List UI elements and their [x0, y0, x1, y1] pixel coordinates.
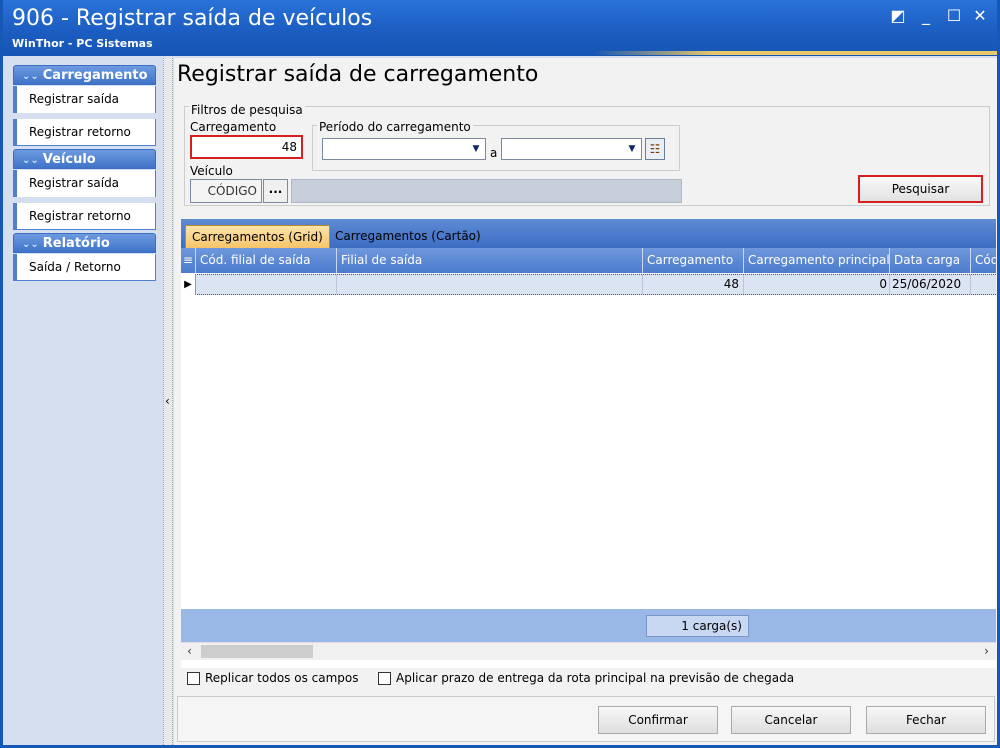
sidebar-item-label: Registrar retorno [29, 125, 131, 139]
window-subtitle: WinThor - PC Sistemas [12, 37, 153, 50]
chevron-down-icon[interactable]: ▼ [624, 140, 640, 158]
row-indicator-icon: ▶ [181, 274, 196, 295]
sidebar-header-label: Carregamento [42, 68, 148, 83]
sidebar-item-label: Registrar saída [29, 176, 120, 190]
cell-cod-filial [196, 275, 337, 294]
sidebar-header-label: Relatório [42, 236, 110, 251]
veiculo-code-input[interactable]: CÓDIGO [190, 179, 262, 203]
grid-footer: 1 carga(s) [181, 609, 996, 642]
data-grid: ≡ Cód. filial de saída Filial de saída C… [181, 248, 996, 668]
title-bar[interactable]: 906 - Registrar saída de veículos WinTho… [3, 0, 997, 56]
cell-filial [337, 275, 643, 294]
sidebar-header-relatorio[interactable]: ⌄⌄ Relatório [13, 233, 156, 253]
veiculo-label: Veículo [190, 164, 233, 178]
sidebar-header-label: Veículo [42, 152, 96, 167]
column-header-carregamento[interactable]: Carregamento [643, 248, 744, 273]
veiculo-lookup-button[interactable]: ... [263, 179, 288, 203]
main-panel: Registrar saída de carregamento Filtros … [174, 58, 997, 745]
cell-data-carga: 25/06/2020 [890, 275, 971, 294]
horizontal-scrollbar[interactable]: ‹ › [181, 642, 996, 660]
sidebar-header-carregamento[interactable]: ⌄⌄ Carregamento [13, 65, 156, 85]
collapse-left-icon[interactable]: ‹ [165, 394, 170, 408]
chevron-double-down-icon: ⌄⌄ [22, 239, 39, 250]
maximize-icon[interactable]: ☐ [942, 6, 966, 26]
chevron-down-icon[interactable]: ▼ [468, 140, 484, 158]
column-header-filial[interactable]: Filial de saída [337, 248, 643, 273]
close-button[interactable]: Fechar [866, 706, 986, 734]
sidebar-header-veiculo[interactable]: ⌄⌄ Veículo [13, 149, 156, 169]
cell-cod [971, 275, 996, 294]
table-row[interactable]: 48 0 25/06/2020 [181, 274, 996, 295]
record-count: 1 carga(s) [646, 615, 749, 637]
cancel-button[interactable]: Cancelar [731, 706, 851, 734]
title-accent-stripe [593, 51, 997, 55]
page-title: Registrar saída de carregamento [177, 62, 539, 87]
sidebar-item-label: Registrar saída [29, 92, 120, 106]
application-window: 906 - Registrar saída de veículos WinTho… [0, 0, 1000, 748]
column-header-cod[interactable]: Cód [971, 248, 996, 273]
column-header-data-carga[interactable]: Data carga [890, 248, 971, 273]
scroll-left-icon[interactable]: ‹ [181, 643, 198, 660]
tab-carregamentos-grid[interactable]: Carregamentos (Grid) [185, 225, 330, 248]
sidebar-item-relatorio-saida-retorno[interactable]: Saída / Retorno [13, 254, 156, 281]
column-chooser-icon[interactable]: ≡ [181, 248, 196, 273]
panel-splitter[interactable]: ‹ [163, 58, 173, 745]
filters-group-label: Filtros de pesquisa [189, 103, 305, 117]
tab-bar: Carregamentos (Grid) Carregamentos (Cart… [181, 219, 996, 248]
sidebar-item-veiculo-registrar-saida[interactable]: Registrar saída [13, 170, 156, 197]
aplicar-prazo-checkbox[interactable] [378, 672, 391, 685]
aplicar-prazo-label: Aplicar prazo de entrega da rota princip… [396, 671, 795, 685]
veiculo-name-field [291, 179, 682, 203]
search-button[interactable]: Pesquisar [858, 175, 983, 203]
carregamento-input[interactable]: 48 [190, 135, 303, 159]
chevron-double-down-icon: ⌄⌄ [22, 155, 39, 166]
periodo-label: Período do carregamento [317, 120, 473, 134]
window-title: 906 - Registrar saída de veículos [12, 6, 373, 31]
carregamento-label: Carregamento [190, 120, 277, 134]
minimize-icon[interactable]: _ [914, 6, 938, 26]
sidebar-item-label: Saída / Retorno [29, 260, 121, 274]
close-icon[interactable]: ✕ [968, 6, 992, 26]
sidebar-item-carregamento-registrar-saida[interactable]: Registrar saída [13, 86, 156, 113]
periodo-to-select[interactable]: ▼ [501, 138, 642, 160]
periodo-separator: a [490, 146, 498, 160]
replicar-label: Replicar todos os campos [205, 671, 359, 685]
cell-carregamento: 48 [643, 275, 744, 294]
chevron-double-down-icon: ⌄⌄ [22, 71, 39, 82]
sidebar-item-label: Registrar retorno [29, 209, 131, 223]
sidebar-item-veiculo-registrar-retorno[interactable]: Registrar retorno [13, 203, 156, 230]
replicar-checkbox[interactable] [187, 672, 200, 685]
scroll-right-icon[interactable]: › [978, 643, 995, 660]
scrollbar-thumb[interactable] [201, 645, 313, 658]
calendar-icon[interactable]: ☷ [645, 138, 665, 160]
sidebar: ⌄⌄ Carregamento Registrar saída Registrar… [13, 63, 158, 738]
periodo-from-select[interactable]: ▼ [322, 138, 486, 160]
column-header-cod-filial[interactable]: Cód. filial de saída [196, 248, 337, 273]
restore-icon[interactable]: ◩ [886, 6, 910, 26]
confirm-button[interactable]: Confirmar [598, 706, 718, 734]
sidebar-item-carregamento-registrar-retorno[interactable]: Registrar retorno [13, 119, 156, 146]
column-header-carregamento-principal[interactable]: Carregamento principal [744, 248, 890, 273]
grid-header: ≡ Cód. filial de saída Filial de saída C… [181, 248, 996, 273]
cell-carregamento-principal: 0 [744, 275, 890, 294]
tab-carregamentos-cartao[interactable]: Carregamentos (Cartão) [329, 225, 487, 248]
